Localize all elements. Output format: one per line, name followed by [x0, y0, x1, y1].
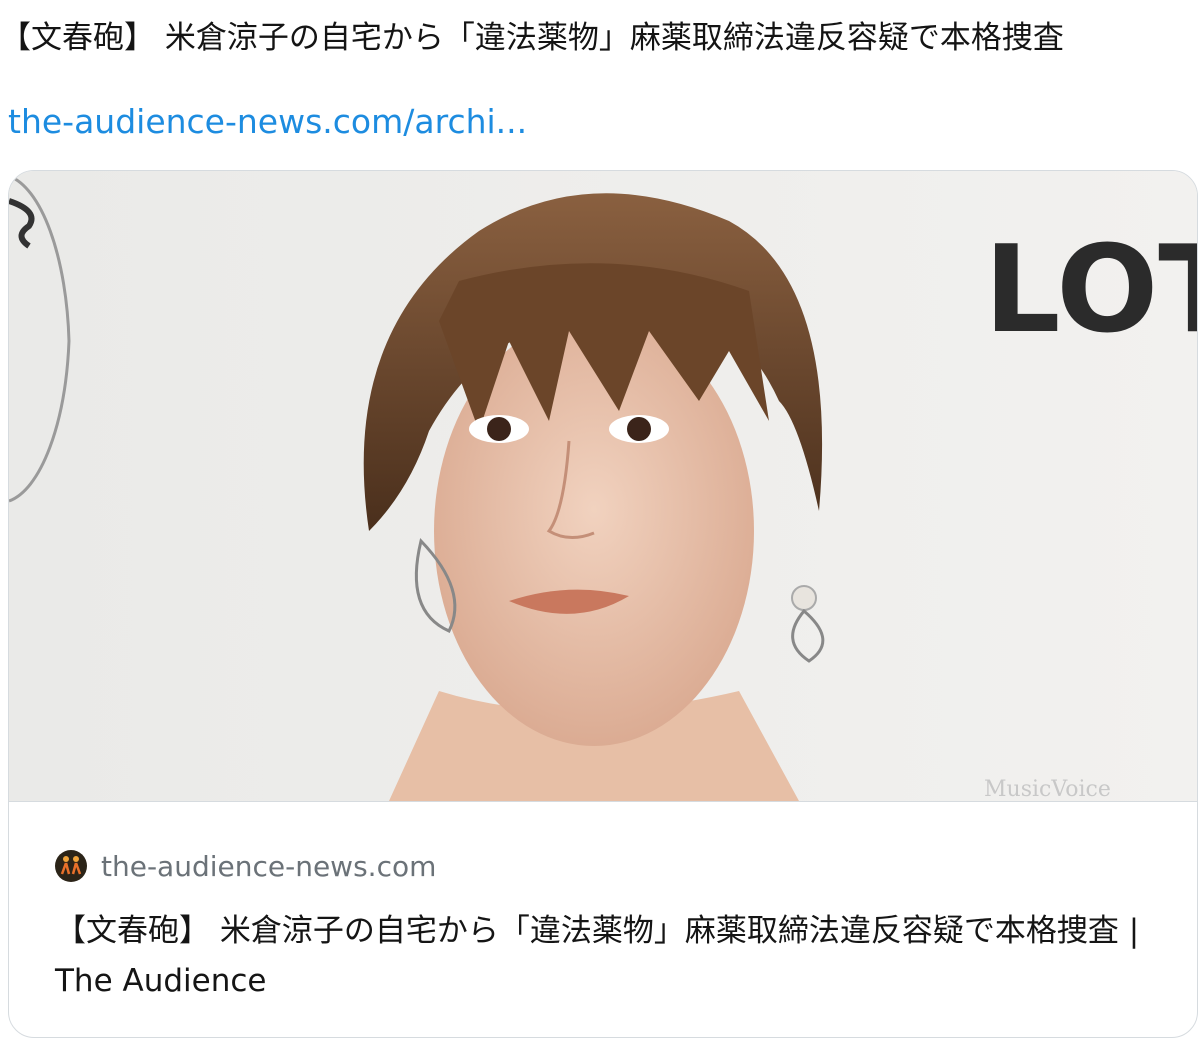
watermark-text: MusicVoice — [984, 777, 1111, 801]
the-audience-logo-icon — [55, 850, 87, 882]
link-preview-card[interactable]: LOT MusicVoice — [8, 170, 1198, 1038]
card-title: 【文春砲】 米倉涼子の自宅から「違法薬物」麻薬取締法違反容疑で本格捜査 | Th… — [55, 913, 1140, 999]
card-domain: the-audience-news.com — [101, 849, 437, 883]
post-link[interactable]: the-audience-news.com/archi... — [8, 100, 527, 144]
post-text: 【文春砲】 米倉涼子の自宅から「違法薬物」麻薬取締法違反容疑で本格捜査 — [0, 20, 1064, 56]
card-source: the-audience-news.com — [55, 846, 436, 886]
card-preview-image: LOT MusicVoice — [9, 171, 1197, 801]
backdrop-text: LOT — [984, 221, 1197, 360]
card-divider — [9, 801, 1197, 802]
